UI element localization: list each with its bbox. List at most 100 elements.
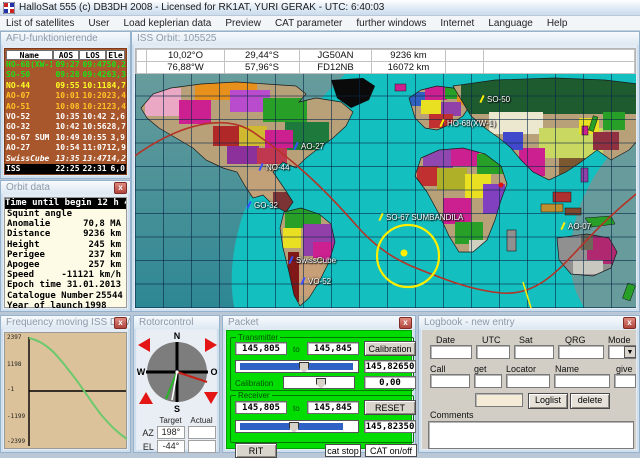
label-so-67-sumbandila: SO-67 SUMBANDILA	[386, 213, 463, 222]
satellite-row-go-32[interactable]: GO-3210:4210:5628,7	[5, 122, 126, 132]
satellite-row-ao-51[interactable]: AO-5110:0810:2123,4	[5, 102, 126, 112]
rx-vfo-value: 145,82350	[364, 420, 416, 433]
window-titlebar[interactable]: HalloSat 555 (c) DB3DH 2008 - Licensed f…	[0, 0, 640, 16]
satellite-row-so-50[interactable]: SO-5009:2809:4263,3	[5, 70, 126, 80]
logbook-close-icon[interactable]: x	[623, 317, 636, 329]
satellite-row-iss[interactable]: ISS22:2522:316,0	[5, 164, 126, 174]
label-go-32: GO-32	[254, 201, 278, 210]
iss-info-cell-1-5	[446, 62, 484, 74]
iss-info-cell-0-6	[484, 50, 635, 62]
get-field[interactable]	[474, 374, 502, 388]
col-aos: AOS	[53, 50, 80, 60]
tx-to-field[interactable]: 145,845	[307, 342, 359, 355]
date-field[interactable]	[430, 345, 472, 359]
tx-frequency-slider[interactable]	[235, 360, 359, 373]
logbook-panel: Logbook - new entry x Date UTC Sat QRG M…	[418, 315, 640, 453]
el-target-value[interactable]: -44°	[157, 440, 185, 453]
iss-info-cell-1-4: 16072 km	[372, 62, 446, 74]
marker-so-67-sumbandila	[378, 213, 383, 221]
doppler-plot: 23971198-1-1199-2399	[4, 332, 127, 449]
cat-onoff-button[interactable]: CAT on/off	[365, 444, 417, 457]
orbit-row-speed: Speed-11121 km/h	[5, 270, 126, 280]
satellite-row-ho-68-xw-1[interactable]: HO-68(XW-109:2709:4750,2	[5, 60, 126, 70]
az-target-value[interactable]: 198°	[157, 426, 185, 439]
az-actual-value[interactable]	[188, 426, 216, 439]
qrg-field[interactable]	[558, 345, 604, 359]
compass-n: N	[174, 331, 181, 341]
loglist-button[interactable]: Loglist	[528, 393, 568, 409]
delete-button[interactable]: delete	[570, 393, 610, 409]
give-field[interactable]	[614, 374, 636, 388]
freq-tick-2: -1	[7, 386, 14, 393]
mode-dropdown-icon[interactable]: ▼	[624, 346, 636, 358]
utc-field[interactable]	[476, 345, 510, 359]
label-ao-27: AO-27	[301, 142, 324, 151]
col-name: Name	[6, 50, 53, 60]
rit-button[interactable]: RIT	[235, 443, 277, 458]
frequency-close-icon[interactable]: x	[114, 317, 127, 329]
target-header: Target	[155, 416, 186, 425]
call-field[interactable]	[430, 374, 470, 388]
satellite-row-ao-07[interactable]: AO-0710:0110:2023,4	[5, 91, 126, 101]
rotor-down-button[interactable]	[204, 392, 218, 404]
col-los: LOS	[79, 50, 106, 60]
satellite-row-no-44[interactable]: NO-4409:5510:1184,7	[5, 81, 126, 91]
cat-stop-button[interactable]: cat stop	[325, 444, 361, 457]
marker-no-44	[258, 163, 263, 171]
orbit-close-icon[interactable]: x	[114, 182, 127, 194]
packet-title: Packet x	[223, 316, 415, 329]
freq-tick-0: 2397	[7, 334, 21, 341]
locator-field[interactable]	[506, 374, 550, 388]
world-map[interactable]: SO-50HO-68(XW-1)AO-27NO-44GO-32SO-67 SUM…	[135, 74, 636, 308]
marker-swisscube	[288, 256, 293, 264]
satellite-row-vo-52[interactable]: VO-5210:3510:422,6	[5, 112, 126, 122]
menu-item-further-windows[interactable]: further windows	[356, 18, 426, 29]
sat-field[interactable]	[514, 345, 554, 359]
menu-item-user[interactable]: User	[88, 18, 109, 29]
calibration-button[interactable]: Calibration	[364, 341, 416, 356]
menu-item-load-keplerian-data[interactable]: Load keplerian data	[124, 18, 212, 29]
iss-info-cell-1-6	[484, 62, 635, 74]
doppler-curve-svg	[5, 333, 128, 450]
tx-from-field[interactable]: 145,805	[235, 342, 287, 355]
rx-from-field[interactable]: 145,805	[235, 401, 287, 414]
satellite-row-so-67-sum[interactable]: SO-67 SUM10:4910:553,9	[5, 133, 126, 143]
rx-frequency-slider[interactable]	[235, 420, 359, 433]
frequency-panel: Frequency moving ISS DOWN... x 23971198-…	[0, 315, 131, 453]
menu-item-cat-parameter[interactable]: CAT parameter	[275, 18, 342, 29]
menu-item-internet[interactable]: Internet	[440, 18, 474, 29]
satellite-table: Name AOS LOS Ele HO-68(XW-109:2709:4750,…	[4, 48, 127, 175]
iss-info-cell-1-3: FD12NB	[300, 62, 372, 74]
rx-to-field[interactable]: 145,845	[307, 401, 359, 414]
satellite-list-title: AFU-funktionierende	[1, 32, 130, 45]
menu-item-language[interactable]: Language	[488, 18, 533, 29]
packet-close-icon[interactable]: x	[399, 317, 412, 329]
iss-info-cell-0-4: 9236 km	[372, 50, 446, 62]
freq-tick-1: 1198	[7, 361, 21, 368]
packet-body: Transmitter 145,805 to 145,845 Calibrati…	[226, 330, 412, 449]
rotor-right-button[interactable]	[205, 338, 217, 352]
label-ho-68-xw-1-: HO-68(XW-1)	[447, 119, 496, 128]
satellite-row-ao-27[interactable]: AO-2710:5411:0712,9	[5, 143, 126, 153]
marker-go-32	[246, 201, 251, 209]
rotor-up-button[interactable]	[139, 392, 153, 404]
calibration-slider[interactable]	[283, 376, 355, 389]
call-label: Call	[430, 364, 446, 374]
mode-label: Mode	[608, 335, 631, 345]
comments-textarea[interactable]	[428, 421, 634, 449]
orbit-row-distance: Distance9236 km	[5, 229, 126, 239]
label-vo-52: VO-52	[308, 277, 331, 286]
menu-item-list-of-satellites[interactable]: List of satellites	[6, 18, 74, 29]
el-actual-value[interactable]	[188, 440, 216, 453]
log-extra-field[interactable]	[475, 393, 523, 407]
calibration-value: 0,00	[364, 376, 416, 389]
freq-tick-3: -1199	[7, 413, 25, 420]
satellite-row-swisscube[interactable]: SwissCube13:3513:4714,2	[5, 154, 126, 164]
menu-item-preview[interactable]: Preview	[225, 18, 261, 29]
el-label: EL	[139, 442, 157, 452]
rotor-left-button[interactable]	[138, 338, 150, 352]
iss-info-cell-0-2: 29,44°S	[225, 50, 300, 62]
name-field[interactable]	[554, 374, 610, 388]
reset-button[interactable]: RESET	[364, 400, 416, 415]
menu-item-help[interactable]: Help	[547, 18, 568, 29]
